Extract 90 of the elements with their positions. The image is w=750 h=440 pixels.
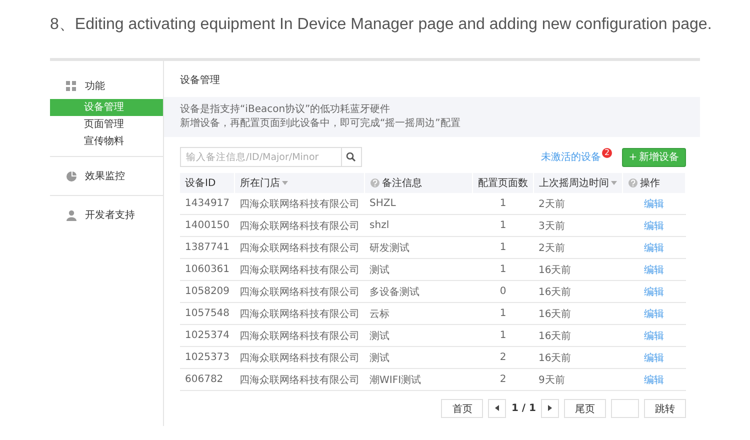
- table-cell: 1: [472, 302, 534, 324]
- table-cell: 2天前: [534, 193, 622, 214]
- edit-link[interactable]: 编辑: [644, 220, 664, 232]
- column-title: 备注信息: [382, 176, 422, 190]
- table-cell: shzl: [364, 214, 472, 236]
- edit-link[interactable]: 编辑: [644, 242, 664, 254]
- table-cell: 2: [472, 368, 534, 390]
- edit-link[interactable]: 编辑: [644, 264, 664, 276]
- table-cell: 0: [472, 280, 534, 302]
- notice-text: 设备是指支持“iBeacon协议”的低功耗蓝牙硬件: [180, 103, 392, 117]
- help-icon: [628, 178, 638, 188]
- table-cell: 四海众联网络科技有限公司: [234, 346, 365, 368]
- table-cell: 16天前: [534, 324, 622, 346]
- jump-button[interactable]: 跳转: [644, 399, 686, 418]
- left-triangle-icon: [495, 405, 500, 411]
- search-field[interactable]: 输入备注信息/ID/Major/Minor: [180, 147, 362, 167]
- table-cell: 四海众联网络科技有限公司: [234, 368, 365, 390]
- table-cell: 1057548: [180, 302, 235, 324]
- table-cell: 1434917: [180, 193, 235, 214]
- page-title: 设备管理: [179, 74, 221, 88]
- table-cell: 1: [472, 236, 534, 258]
- table-cell: 16天前: [534, 280, 622, 302]
- table-cell: 测试: [364, 324, 472, 346]
- table-cell: 四海众联网络科技有限公司: [234, 214, 365, 236]
- column-title: 所在门店: [240, 176, 280, 190]
- table-cell: 1387741: [180, 236, 235, 258]
- sidebar-item[interactable]: 开发者支持: [85, 208, 135, 222]
- table-cell: 1060361: [180, 258, 235, 280]
- table-cell: 3天前: [534, 214, 622, 236]
- column-title: 设备ID: [185, 177, 216, 190]
- sidebar-item[interactable]: 效果监控: [85, 169, 125, 183]
- edit-link[interactable]: 编辑: [644, 374, 664, 386]
- notice-text: 新增设备，再配置页面到此设备中，即可完成“摇一摇周边”配置: [180, 117, 462, 131]
- table-cell: 测试: [364, 258, 472, 280]
- last-page-button[interactable]: 尾页: [564, 399, 606, 418]
- sort-caret-icon: [282, 181, 288, 185]
- edit-link[interactable]: 编辑: [644, 308, 664, 320]
- table-cell: 606782: [180, 368, 235, 390]
- sidebar-item[interactable]: 设备管理: [50, 99, 163, 116]
- column-title: 操作: [640, 176, 660, 190]
- edit-link[interactable]: 编辑: [644, 286, 664, 298]
- table-cell: 1: [472, 324, 534, 346]
- table-cell: 研发测试: [364, 236, 472, 258]
- table-cell: 1058209: [180, 280, 235, 302]
- table-cell: 1: [472, 258, 534, 280]
- table-cell: 四海众联网络科技有限公司: [234, 193, 365, 214]
- edit-link[interactable]: 编辑: [644, 352, 664, 364]
- page-indicator: 1 / 1: [511, 403, 536, 414]
- sidebar-item[interactable]: 页面管理: [50, 116, 163, 133]
- first-page-button[interactable]: 首页: [441, 399, 484, 418]
- table-cell: 1025373: [180, 346, 235, 368]
- table-cell: 四海众联网络科技有限公司: [234, 280, 365, 302]
- search-icon: [346, 152, 356, 162]
- table-cell: 多设备测试: [364, 280, 472, 302]
- menu-group-label: 功能: [85, 80, 105, 93]
- pie-chart-icon: [66, 170, 77, 182]
- table-cell: 16天前: [534, 302, 622, 324]
- table-cell: 四海众联网络科技有限公司: [234, 236, 365, 258]
- page-caption: 8、Editing activating equipment In Device Manager page and adding new configuration page.: [50, 15, 713, 35]
- table-cell: 16天前: [534, 346, 622, 368]
- table-cell: 测试: [364, 346, 472, 368]
- table-cell: 1: [472, 193, 534, 214]
- table-cell: 2: [472, 346, 534, 368]
- table-cell: 四海众联网络科技有限公司: [234, 324, 365, 346]
- table-cell: 1025374: [180, 324, 235, 346]
- previous-page-button[interactable]: [488, 399, 506, 418]
- sort-caret-icon: [611, 181, 617, 185]
- edit-link[interactable]: 编辑: [644, 198, 664, 210]
- right-triangle-icon: [548, 405, 552, 411]
- edit-link[interactable]: 编辑: [644, 330, 664, 342]
- column-title: 上次摇周边时间: [539, 176, 609, 190]
- sidebar-item[interactable]: 宣传物料: [50, 133, 163, 150]
- table-cell: 四海众联网络科技有限公司: [234, 302, 365, 324]
- table-cell: 云标: [364, 302, 472, 324]
- table-cell: 16天前: [534, 258, 622, 280]
- table-cell: 四海众联网络科技有限公司: [234, 258, 365, 280]
- person-icon: [66, 210, 77, 220]
- column-title: 配置页面数: [478, 176, 528, 190]
- grid-icon: [66, 80, 77, 92]
- page-number-field[interactable]: [611, 399, 639, 418]
- help-icon: [370, 178, 380, 188]
- table-cell: 潮WIFI测试: [364, 368, 472, 390]
- count-badge: 2: [602, 148, 612, 158]
- table-cell: 9天前: [534, 368, 622, 390]
- table-cell: 1400150: [180, 214, 235, 236]
- table-cell: 1: [472, 214, 534, 236]
- table-cell: 2天前: [534, 236, 622, 258]
- table-cell: SHZL: [364, 193, 472, 214]
- next-page-button[interactable]: [541, 399, 559, 418]
- add-device-button[interactable]: + 新增设备: [622, 148, 686, 166]
